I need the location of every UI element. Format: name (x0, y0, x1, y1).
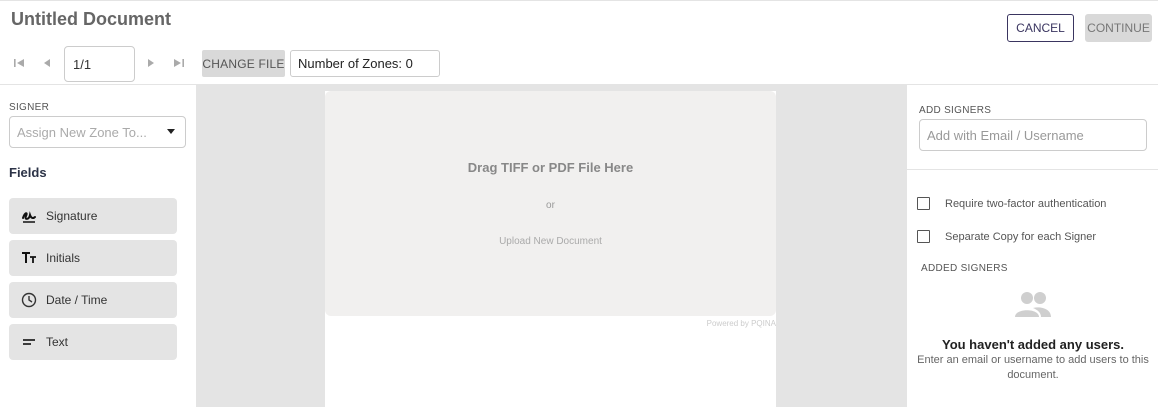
change-file-button[interactable]: CHANGE FILE (202, 50, 285, 77)
add-signer-placeholder: Add with Email / Username (927, 127, 1084, 143)
signature-field-button[interactable]: Signature (9, 198, 177, 234)
two-factor-label: Require two-factor authentication (945, 197, 1107, 210)
initials-field-button[interactable]: Initials (9, 240, 177, 276)
empty-users-title: You haven't added any users. (941, 337, 1124, 352)
signature-icon (21, 208, 37, 224)
two-factor-checkbox[interactable] (917, 197, 930, 210)
document-canvas: Drag TIFF or PDF File Here or Upload New… (196, 85, 906, 407)
users-icon (1013, 289, 1053, 319)
text-size-icon (21, 250, 37, 266)
date-time-field-button[interactable]: Date / Time (9, 282, 177, 318)
field-label: Signature (46, 209, 98, 223)
fields-heading: Fields (9, 165, 47, 180)
drop-instructions: Drag TIFF or PDF File Here (467, 160, 634, 175)
document-title: Untitled Document (11, 9, 171, 29)
fields-panel: SIGNER Assign New Zone To... Fields Sign… (0, 85, 196, 407)
separate-copy-label: Separate Copy for each Signer (945, 230, 1097, 243)
signer-select-placeholder: Assign New Zone To... (17, 124, 147, 140)
field-label: Initials (46, 251, 81, 265)
add-signers-label: ADD SIGNERS (919, 105, 992, 116)
page-number-input[interactable] (64, 46, 135, 82)
document-page: Drag TIFF or PDF File Here or Upload New… (325, 91, 776, 407)
text-field-button[interactable]: Text (9, 324, 177, 360)
separate-copy-option[interactable]: Separate Copy for each Signer (917, 230, 1096, 243)
continue-button[interactable]: CONTINUE (1085, 14, 1152, 42)
field-label: Date / Time (46, 293, 108, 307)
cancel-button[interactable]: CANCEL (1007, 14, 1074, 42)
top-toolbar: Untitled Document CHANGE FILE Number of … (0, 0, 1158, 85)
first-page-icon[interactable] (10, 54, 28, 72)
separate-copy-checkbox[interactable] (917, 230, 930, 243)
added-signers-label: ADDED SIGNERS (921, 263, 1008, 274)
empty-users-description: Enter an email or username to add users … (917, 354, 1149, 381)
signers-panel: ADD SIGNERS Add with Email / Username Re… (906, 85, 1158, 407)
last-page-icon[interactable] (170, 54, 188, 72)
powered-by-text: Powered by PQINA (706, 319, 776, 328)
field-label: Text (46, 335, 69, 349)
signer-select[interactable]: Assign New Zone To... (9, 116, 186, 148)
add-signer-input[interactable]: Add with Email / Username (919, 119, 1147, 151)
upload-new-document-link[interactable]: Upload New Document (325, 236, 776, 247)
divider (907, 169, 1158, 170)
clock-icon (21, 292, 37, 308)
previous-page-icon[interactable] (38, 54, 56, 72)
caret-down-icon (167, 129, 175, 134)
text-lines-icon (21, 334, 37, 350)
drop-or-text: or (546, 200, 555, 211)
two-factor-option[interactable]: Require two-factor authentication (917, 197, 1106, 210)
signer-label: SIGNER (9, 102, 50, 113)
zone-count-display: Number of Zones: 0 (290, 50, 440, 77)
file-dropzone[interactable]: Drag TIFF or PDF File Here or Upload New… (325, 91, 776, 316)
next-page-icon[interactable] (142, 54, 160, 72)
